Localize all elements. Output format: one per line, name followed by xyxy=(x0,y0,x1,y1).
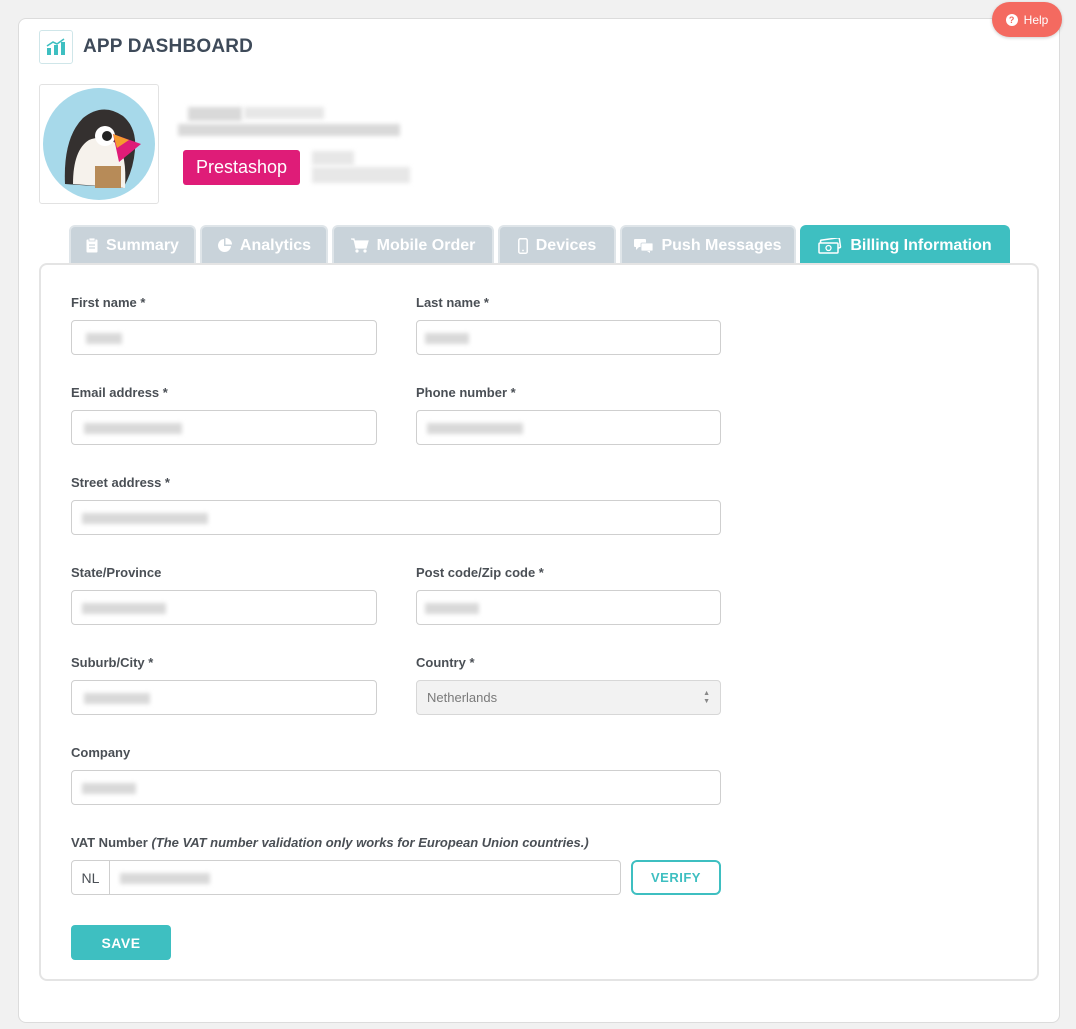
redacted-value xyxy=(425,333,469,344)
email-label: Email address * xyxy=(71,385,168,400)
platform-badge: Prestashop xyxy=(183,150,300,185)
phone-label: Phone number * xyxy=(416,385,516,400)
email-field[interactable] xyxy=(71,410,377,445)
app-name-redacted xyxy=(188,107,242,121)
street-field[interactable] xyxy=(71,500,721,535)
select-arrows-icon: ▲ ▼ xyxy=(703,690,710,705)
vat-hint: (The VAT number validation only works fo… xyxy=(151,835,589,850)
vat-number-field[interactable] xyxy=(109,860,621,895)
street-label: Street address * xyxy=(71,475,170,490)
redacted-value xyxy=(82,603,166,614)
tab-label: Push Messages xyxy=(661,236,782,254)
first-name-field[interactable] xyxy=(71,320,377,355)
postcode-label: Post code/Zip code * xyxy=(416,565,544,580)
company-label: Company xyxy=(71,745,131,760)
last-name-label: Last name * xyxy=(416,295,489,310)
redacted-value xyxy=(82,783,136,794)
save-button[interactable]: SAVE xyxy=(71,925,171,960)
tab-push-messages[interactable]: Push Messages xyxy=(620,225,796,264)
tab-label: Devices xyxy=(535,236,597,254)
tab-analytics[interactable]: Analytics xyxy=(200,225,328,264)
country-value: Netherlands xyxy=(427,690,498,705)
tab-label: Billing Information xyxy=(850,236,992,254)
tab-billing-information[interactable]: Billing Information xyxy=(800,225,1010,264)
clipboard-icon xyxy=(86,238,98,253)
redacted-value xyxy=(84,423,182,434)
redacted-value xyxy=(86,333,122,344)
country-label: Country * xyxy=(416,655,475,670)
company-field[interactable] xyxy=(71,770,721,805)
app-url-redacted xyxy=(178,124,400,136)
phone-field[interactable] xyxy=(416,410,721,445)
phone-icon xyxy=(517,237,528,254)
question-icon: ? xyxy=(1005,13,1018,26)
redacted-value xyxy=(425,603,479,614)
vat-country-prefix: NL xyxy=(71,860,110,895)
money-icon xyxy=(818,237,842,254)
tab-devices[interactable]: Devices xyxy=(498,225,616,264)
help-label: Help xyxy=(1023,12,1049,27)
redacted-value xyxy=(82,513,208,524)
country-select[interactable]: Netherlands ▲ ▼ xyxy=(416,680,721,715)
verify-button[interactable]: VERIFY xyxy=(631,860,721,895)
pie-chart-icon xyxy=(217,238,232,252)
last-name-field[interactable] xyxy=(416,320,721,355)
app-meta-redacted xyxy=(312,151,354,165)
tab-mobile-order[interactable]: Mobile Order xyxy=(332,225,494,264)
vat-label-text: VAT Number xyxy=(71,835,148,850)
redacted-value xyxy=(84,693,150,704)
page-title: APP DASHBOARD xyxy=(83,36,254,57)
cart-icon xyxy=(350,238,369,253)
puffin-logo-icon xyxy=(43,88,155,200)
chat-icon xyxy=(634,239,654,253)
tab-label: Analytics xyxy=(239,236,312,254)
state-field[interactable] xyxy=(71,590,377,625)
app-meta-redacted-2 xyxy=(312,167,410,183)
tab-summary[interactable]: Summary xyxy=(69,225,196,264)
app-name-redacted-2 xyxy=(244,107,324,119)
redacted-value xyxy=(427,423,523,434)
vat-label: VAT Number (The VAT number validation on… xyxy=(71,835,589,850)
postcode-field[interactable] xyxy=(416,590,721,625)
app-avatar xyxy=(39,84,159,204)
city-label: Suburb/City * xyxy=(71,655,154,670)
redacted-value xyxy=(120,873,210,884)
chart-icon xyxy=(39,30,73,64)
state-label: State/Province xyxy=(71,565,162,580)
first-name-label: First name * xyxy=(71,295,146,310)
city-field[interactable] xyxy=(71,680,377,715)
tab-label: Summary xyxy=(106,236,179,254)
tab-label: Mobile Order xyxy=(376,236,476,254)
help-button[interactable]: ? Help xyxy=(992,2,1062,37)
